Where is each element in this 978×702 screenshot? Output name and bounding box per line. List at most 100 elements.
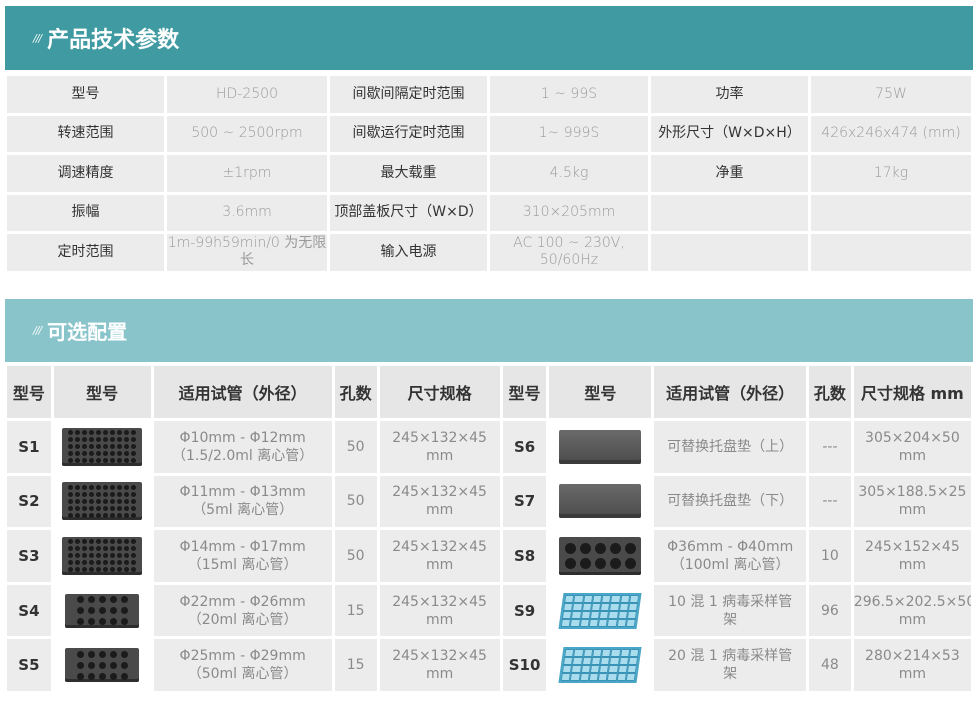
- rack-hole: [103, 512, 109, 518]
- option-size-line-2: mm: [898, 556, 927, 573]
- foam-rack-15-holes-image: [65, 648, 140, 683]
- rack-hole: [117, 458, 123, 464]
- rack-hole: [131, 539, 137, 545]
- rack-hole: [96, 505, 102, 511]
- spec-label: 转速范围: [7, 115, 164, 152]
- option-size: 245×152×45 mm: [853, 530, 971, 582]
- rack-hole: [68, 484, 74, 490]
- rack-cell: [629, 649, 640, 658]
- rack-hole: [110, 553, 116, 559]
- rack-hole: [109, 596, 117, 604]
- option-size: 245×132×45 mm: [379, 639, 500, 691]
- option-size: 280×214×53 mm: [853, 639, 971, 691]
- blue-swab-rack-image: [558, 592, 642, 629]
- option-tube-line-2: 架: [723, 611, 738, 628]
- rack-hole: [68, 430, 74, 436]
- rack-hole: [82, 539, 88, 545]
- option-tube-line-1: Φ22mm - Φ26mm: [179, 593, 306, 610]
- option-holes: 96: [809, 584, 851, 637]
- option-tube: Φ11mm - Φ13mm （5ml 离心管）: [153, 475, 332, 528]
- rack-hole: [120, 672, 128, 680]
- rack-hole: [89, 444, 95, 450]
- rack-hole: [96, 567, 102, 573]
- rack-hole: [117, 498, 123, 504]
- rack-cell: [627, 665, 638, 674]
- rack-hole: [117, 512, 123, 518]
- option-holes: 10: [809, 530, 851, 582]
- rack-hole: [131, 491, 137, 497]
- rack-hole: [110, 451, 116, 457]
- rack-hole: [75, 498, 81, 504]
- slash-decoration-icon: ///: [33, 31, 42, 45]
- rack-hole: [68, 546, 74, 552]
- rack-hole: [109, 672, 117, 680]
- rack-hole: [120, 661, 128, 669]
- rack-hole: [89, 505, 95, 511]
- rack-hole: [117, 444, 123, 450]
- rack-hole: [87, 607, 95, 615]
- rack-cell: [625, 618, 637, 627]
- rack-hole: [96, 546, 102, 552]
- rack-hole: [131, 444, 137, 450]
- rack-hole: [82, 491, 88, 497]
- foam-pad-image: [559, 484, 642, 519]
- rack-hole: [564, 542, 576, 554]
- spec-value: [811, 234, 971, 271]
- option-tube-line-1: Φ25mm - Φ29mm: [179, 648, 306, 665]
- spec-label: 输入电源: [330, 234, 487, 271]
- rack-hole: [87, 596, 95, 604]
- rack-hole: [110, 444, 116, 450]
- rack-hole: [103, 484, 109, 490]
- options-header-row: 型号 型号 适用试管（外径） 孔数 尺寸规格 型号 型号 适用试管（外径） 孔数…: [7, 366, 971, 418]
- spec-row: 调速精度 ±1rpm 最大载重 4.5kg 净重 17kg: [7, 155, 971, 192]
- option-size: 245×132×45 mm: [379, 584, 500, 637]
- option-image-cell: [53, 421, 151, 473]
- rack-hole: [89, 512, 95, 518]
- spec-value: AC 100 ~ 230V, 50/60Hz: [490, 234, 648, 271]
- option-row: S5 Φ25mm - Φ29mm （50ml 离心管） 15 245×132×45 mm S…: [7, 639, 971, 691]
- option-size-line-2: mm: [898, 502, 927, 519]
- rack-hole: [110, 546, 116, 552]
- rack-hole: [89, 484, 95, 490]
- option-tube-line-2: （100ml 离心管）: [670, 556, 790, 573]
- rack-hole: [96, 512, 102, 518]
- rack-hole: [75, 484, 81, 490]
- option-size-line-1: 280×214×53: [865, 648, 960, 665]
- header-cell: 型号: [7, 366, 51, 418]
- rack-hole: [103, 539, 109, 545]
- foam-rack-15-holes-image: [65, 593, 140, 628]
- rack-hole: [110, 512, 116, 518]
- rack-hole: [110, 539, 116, 545]
- rack-hole: [96, 430, 102, 436]
- option-size: 305×204×50 mm: [853, 421, 971, 473]
- rack-hole: [131, 484, 137, 490]
- header-cell: 型号: [549, 366, 652, 418]
- rack-hole: [68, 491, 74, 497]
- rack-hole: [109, 618, 117, 626]
- spec-label: 间歇运行定时范围: [330, 115, 487, 152]
- rack-hole: [96, 484, 102, 490]
- rack-hole: [87, 618, 95, 626]
- option-tube-line-1: 可替换托盘垫（下）: [667, 493, 794, 510]
- option-code: S6: [502, 421, 547, 473]
- rack-hole: [87, 661, 95, 669]
- rack-hole: [110, 458, 116, 464]
- spec-row: 振幅 3.6mm 顶部盖板尺寸（W×D） 310×205mm: [7, 194, 971, 231]
- rack-hole: [131, 567, 137, 573]
- header-cell: 尺寸规格 mm: [853, 366, 971, 418]
- rack-hole: [124, 444, 130, 450]
- rack-hole: [103, 437, 109, 443]
- rack-hole: [96, 560, 102, 566]
- option-tube-line-2: （20ml 离心管）: [187, 611, 298, 628]
- rack-hole: [109, 607, 117, 615]
- rack-hole: [117, 505, 123, 511]
- rack-hole: [124, 491, 130, 497]
- option-holes: 15: [334, 584, 377, 637]
- rack-hole: [103, 444, 109, 450]
- rack-hole: [75, 546, 81, 552]
- rack-hole: [89, 560, 95, 566]
- rack-hole: [96, 539, 102, 545]
- option-image-cell: [549, 530, 652, 582]
- spec-label: 振幅: [7, 194, 164, 231]
- rack-hole: [117, 430, 123, 436]
